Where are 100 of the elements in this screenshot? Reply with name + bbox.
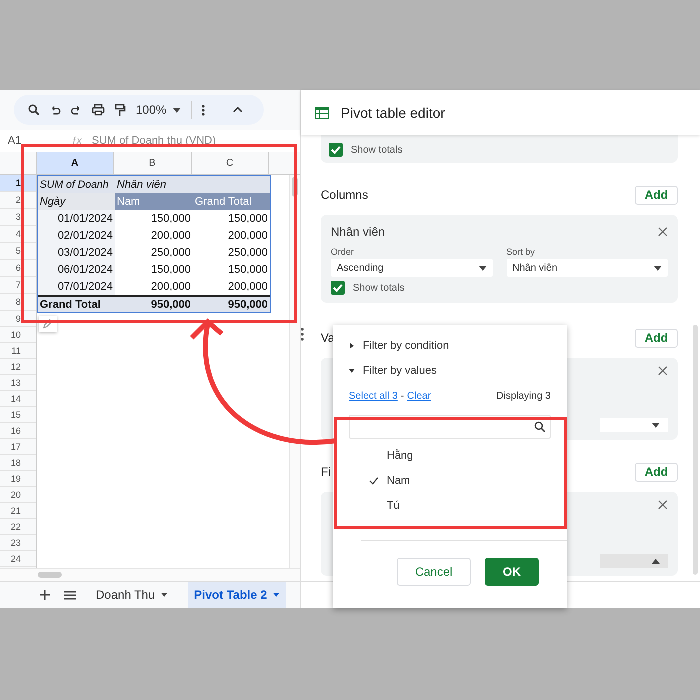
panel-title: Pivot table editor xyxy=(341,104,446,120)
column-header[interactable]: B xyxy=(114,152,192,174)
row-number[interactable]: 14 xyxy=(0,391,36,407)
horizontal-scrollbar[interactable] xyxy=(0,568,300,581)
section-title: Columns xyxy=(321,188,368,202)
close-icon[interactable] xyxy=(658,366,668,376)
dropdown[interactable] xyxy=(600,554,668,568)
cancel-button[interactable]: Cancel xyxy=(397,558,471,586)
table-cell: 03/01/2024 xyxy=(38,244,115,261)
row-number[interactable]: 17 xyxy=(0,439,36,455)
field-name: Nhân viên xyxy=(331,225,386,239)
row-number[interactable]: 5 xyxy=(0,243,36,260)
clear-link[interactable]: Clear xyxy=(407,390,432,402)
redo-icon[interactable] xyxy=(71,104,82,116)
filter-value-item[interactable]: Hằng xyxy=(349,443,551,468)
add-button[interactable]: Add xyxy=(635,186,678,204)
close-icon[interactable] xyxy=(658,500,668,510)
row-number[interactable]: 12 xyxy=(0,359,36,375)
add-sheet-icon[interactable] xyxy=(40,590,50,600)
field-label: Sort by xyxy=(506,247,536,257)
table-cell: 01/01/2024 xyxy=(38,210,115,227)
column-header[interactable]: A xyxy=(37,152,114,174)
table-cell-text: 150,000 xyxy=(227,212,269,226)
filter-section-toggle[interactable]: Filter by condition xyxy=(349,333,551,358)
triangle-icon xyxy=(349,342,355,348)
row-number[interactable]: 6 xyxy=(0,260,36,277)
row-number[interactable]: 16 xyxy=(0,423,36,439)
table-cell: Grand Total xyxy=(193,193,270,210)
row-number[interactable]: 22 xyxy=(0,519,36,535)
row-number[interactable]: 21 xyxy=(0,503,36,519)
sheet-tab[interactable]: Doanh Thu xyxy=(90,582,174,608)
collapse-icon[interactable] xyxy=(232,107,243,113)
name-box[interactable]: A1 xyxy=(8,135,22,147)
separator-text: - xyxy=(400,390,404,402)
undo-icon[interactable] xyxy=(50,104,61,116)
table-cell: Nhân viên xyxy=(115,176,270,193)
row-number[interactable]: 11 xyxy=(0,343,36,359)
search-icon xyxy=(534,421,546,433)
order-dropdown[interactable]: Ascending xyxy=(331,259,492,277)
add-button[interactable]: Add xyxy=(635,328,678,348)
search-field[interactable] xyxy=(349,415,551,439)
select-all-link[interactable]: Select all 3 xyxy=(349,390,398,402)
print-icon[interactable] xyxy=(92,104,105,116)
row-number[interactable]: 19 xyxy=(0,471,36,487)
caret-icon[interactable] xyxy=(161,593,168,597)
row-number[interactable]: 23 xyxy=(0,535,36,551)
dropdown[interactable] xyxy=(600,418,668,432)
row-number[interactable]: 1 xyxy=(0,175,36,192)
table-cell-text: 250,000 xyxy=(227,246,269,260)
row-number[interactable]: 24 xyxy=(0,551,36,567)
row-number[interactable]: 18 xyxy=(0,455,36,471)
table-cell-text: 250,000 xyxy=(150,246,192,260)
caret-icon xyxy=(478,266,486,270)
checkbox[interactable] xyxy=(329,143,343,157)
triangle-icon xyxy=(349,368,355,374)
add-button[interactable]: Add xyxy=(635,462,678,482)
sort-dropdown[interactable]: Nhân viên xyxy=(506,259,668,277)
table-cell: 950,000 xyxy=(193,295,270,312)
formula-text[interactable]: SUM of Doanh thu (VND) xyxy=(92,135,216,147)
row-number[interactable]: 8 xyxy=(0,294,36,311)
close-icon[interactable] xyxy=(658,227,668,237)
row-number[interactable]: 7 xyxy=(0,277,36,294)
sheet-tab[interactable]: Pivot Table 2 xyxy=(188,582,286,608)
zoom-dropdown[interactable]: 100% xyxy=(136,103,181,117)
table-cell-text: 200,000 xyxy=(227,280,269,294)
table-cell: Nam xyxy=(115,193,193,210)
table-cell-text: 200,000 xyxy=(227,228,269,244)
filter-value-item[interactable]: Tú xyxy=(349,493,551,518)
table-cell: 02/01/2024 xyxy=(38,227,115,244)
caret-icon[interactable] xyxy=(273,593,280,597)
table-cell-text: 150,000 xyxy=(227,262,269,278)
table-cell: Grand Total xyxy=(38,295,115,312)
row-number[interactable]: 10 xyxy=(0,327,36,343)
checkbox[interactable] xyxy=(331,281,345,295)
more-icon[interactable] xyxy=(202,104,205,116)
caret-icon xyxy=(652,422,660,428)
filter-value-item[interactable]: Nam xyxy=(349,468,551,493)
row-number[interactable]: 20 xyxy=(0,487,36,503)
row-number[interactable]: 3 xyxy=(0,209,36,226)
row-number[interactable]: 4 xyxy=(0,226,36,243)
row-number[interactable]: 9 xyxy=(0,311,36,327)
drag-handle-icon[interactable] xyxy=(301,328,304,341)
ok-button[interactable]: OK xyxy=(485,558,539,586)
caret-icon xyxy=(172,108,181,112)
table-cell: 950,000 xyxy=(115,295,193,312)
menu-icon[interactable] xyxy=(64,590,76,600)
scrollbar[interactable] xyxy=(693,325,698,575)
count-text: Displaying 3 xyxy=(496,390,551,402)
table-cell: 06/01/2024 xyxy=(38,261,115,278)
filter-section-toggle[interactable]: Filter by values xyxy=(349,358,551,383)
field-label: Order xyxy=(331,247,356,257)
row-number[interactable]: 13 xyxy=(0,375,36,391)
row-number[interactable]: 15 xyxy=(0,407,36,423)
paint-format-icon[interactable] xyxy=(115,104,126,116)
section-title: Fi xyxy=(321,465,331,479)
table-cell-text: 150,000 xyxy=(150,212,192,226)
search-icon[interactable] xyxy=(28,104,40,116)
row-number[interactable]: 2 xyxy=(0,192,36,209)
column-header[interactable]: C xyxy=(192,152,269,174)
table-cell: SUM of Doanh xyxy=(38,176,115,193)
